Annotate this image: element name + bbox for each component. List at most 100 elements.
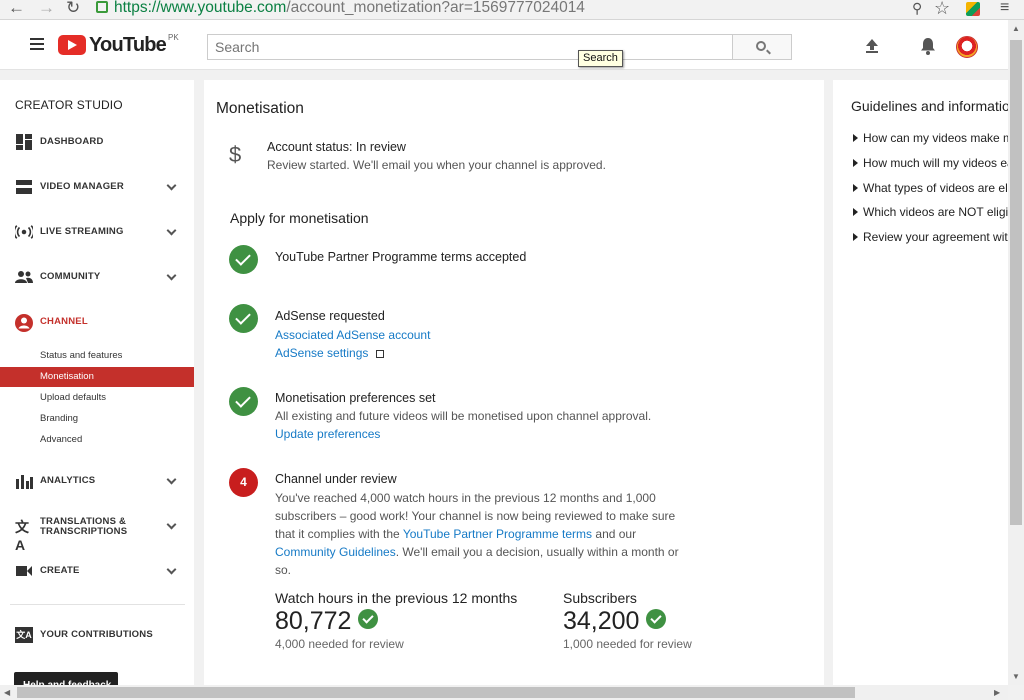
chevron-down-icon[interactable] — [166, 474, 177, 485]
scroll-down-icon[interactable]: ▼ — [1012, 672, 1020, 681]
translations-label-line2: TRANSCRIPTIONS — [40, 526, 128, 537]
dollar-icon: $ — [229, 142, 242, 167]
subscribers-stat: Subscribers 34,200 1,000 needed for revi… — [563, 590, 692, 651]
subitem-status-and-features[interactable]: Status and features — [0, 346, 194, 366]
subitem-monetisation[interactable]: Monetisation — [0, 367, 194, 387]
update-preferences-link[interactable]: Update preferences — [275, 427, 380, 441]
scroll-left-icon[interactable]: ◀ — [4, 688, 10, 697]
vertical-scrollbar[interactable]: ▲ ▼ — [1008, 20, 1024, 685]
stat-needed: 4,000 needed for review — [275, 637, 404, 651]
scroll-up-icon[interactable]: ▲ — [1012, 24, 1020, 33]
guidelines-title: Guidelines and information — [851, 98, 1008, 114]
sidebar-item-label: CREATE — [40, 565, 80, 576]
adsense-settings-link[interactable]: AdSense settings — [275, 346, 368, 360]
partner-terms-link[interactable]: YouTube Partner Programme terms — [403, 527, 592, 541]
step-desc: All existing and future videos will be m… — [275, 408, 652, 423]
step-title: Channel under review — [275, 472, 397, 486]
sidebar-item-label: TRANSLATIONS & TRANSCRIPTIONS — [40, 517, 127, 537]
search-button[interactable] — [732, 34, 792, 60]
reload-icon[interactable]: ↻ — [66, 0, 80, 18]
check-circle-icon — [229, 245, 258, 274]
upload-icon[interactable] — [864, 38, 880, 54]
page-title: Monetisation — [216, 100, 304, 117]
analytics-icon — [16, 475, 33, 489]
guidelines-panel: Guidelines and information How can my vi… — [833, 80, 1008, 700]
sidebar-divider — [10, 604, 185, 605]
sidebar-item-live-streaming[interactable]: LIVE STREAMING — [0, 217, 194, 247]
creator-studio-heading: CREATOR STUDIO — [15, 98, 123, 112]
sidebar-item-label: VIDEO MANAGER — [40, 181, 124, 192]
sidebar: CREATOR STUDIO DASHBOARD VIDEO MANAGER L… — [0, 80, 194, 700]
vertical-scroll-thumb[interactable] — [1010, 40, 1022, 525]
subitem-upload-defaults[interactable]: Upload defaults — [0, 388, 194, 408]
step-channel-review: Channel under review You've reached 4,00… — [275, 471, 705, 579]
guideline-item[interactable]: Review your agreement with YouTube — [853, 230, 1008, 244]
chevron-down-icon[interactable] — [166, 225, 177, 236]
step-number-badge: 4 — [229, 468, 258, 497]
guideline-item[interactable]: How much will my videos earn? — [853, 156, 1008, 170]
subitem-advanced[interactable]: Advanced — [0, 430, 194, 450]
country-code: PK — [167, 33, 179, 42]
horizontal-scroll-thumb[interactable] — [17, 687, 855, 698]
translate-icon: 文A — [15, 519, 29, 553]
chevron-down-icon[interactable] — [166, 270, 177, 281]
menu-icon[interactable]: ≡ — [1000, 0, 1009, 18]
review-desc-line2: subscribers – good work! Your channel is… — [275, 508, 676, 523]
horizontal-scrollbar[interactable]: ◀ ▶ — [0, 685, 1008, 700]
step-preferences: Monetisation preferences set All existin… — [275, 390, 651, 444]
forward-icon[interactable]: → — [38, 0, 55, 18]
stat-needed: 1,000 needed for review — [563, 637, 692, 651]
guideline-item[interactable]: How can my videos make money? — [853, 131, 1008, 145]
extension-icon[interactable] — [966, 2, 980, 16]
community-guidelines-link[interactable]: Community Guidelines — [275, 545, 396, 559]
hamburger-icon[interactable] — [30, 38, 44, 50]
notifications-bell-icon[interactable] — [920, 37, 936, 55]
sidebar-item-label: ANALYTICS — [40, 475, 96, 486]
apply-section-title: Apply for monetisation — [230, 210, 369, 226]
account-status-title: Account status: In review — [267, 140, 406, 154]
bookmark-star-icon[interactable]: ☆ — [934, 0, 950, 18]
review-desc-line5: . We'll email you a decision, usually wi… — [395, 544, 679, 559]
associated-adsense-link[interactable]: Associated AdSense account — [275, 328, 430, 342]
chevron-down-icon[interactable] — [166, 564, 177, 575]
sidebar-item-label: COMMUNITY — [40, 271, 101, 282]
stat-label: Subscribers — [563, 590, 637, 606]
guideline-item[interactable]: Which videos are NOT eligible? — [853, 205, 1008, 219]
back-icon[interactable]: ← — [8, 0, 25, 18]
search-tooltip: Search — [578, 50, 623, 67]
zoom-icon[interactable]: ⚲ — [912, 0, 922, 18]
search-input[interactable] — [207, 34, 733, 60]
lock-icon — [96, 1, 108, 13]
sidebar-item-label: YOUR CONTRIBUTIONS — [40, 629, 153, 640]
sidebar-item-dashboard[interactable]: DASHBOARD — [0, 127, 194, 157]
guideline-item[interactable]: What types of videos are eligible? — [853, 181, 1008, 195]
dashboard-icon — [16, 134, 32, 150]
sidebar-item-community[interactable]: COMMUNITY — [0, 262, 194, 292]
step-title: Monetisation preferences set — [275, 391, 436, 405]
youtube-logo[interactable]: YouTube PK — [58, 33, 179, 57]
sidebar-item-analytics[interactable]: ANALYTICS — [0, 466, 194, 496]
address-bar[interactable]: https://www.youtube.com/account_monetiza… — [96, 0, 585, 18]
sidebar-item-translations[interactable]: 文A TRANSLATIONS & TRANSCRIPTIONS — [0, 511, 194, 553]
live-streaming-icon — [15, 225, 33, 239]
sidebar-item-channel[interactable]: CHANNEL — [0, 307, 194, 337]
chevron-down-icon[interactable] — [166, 180, 177, 191]
scroll-right-icon[interactable]: ▶ — [994, 688, 1000, 697]
account-avatar[interactable] — [956, 36, 978, 58]
sidebar-item-create[interactable]: CREATE — [0, 556, 194, 586]
chevron-down-icon[interactable] — [166, 519, 177, 530]
monetisation-panel: Monetisation $ Account status: In review… — [204, 80, 824, 700]
watch-hours-stat: Watch hours in the previous 12 months 80… — [275, 590, 517, 651]
subitem-branding[interactable]: Branding — [0, 409, 194, 429]
community-icon — [15, 271, 33, 283]
url-secure: https://www.youtube.com — [114, 0, 287, 16]
sidebar-item-video-manager[interactable]: VIDEO MANAGER — [0, 172, 194, 202]
contributions-icon: 文A — [15, 627, 33, 643]
stat-value-row: 80,772 — [275, 607, 517, 636]
play-logo-icon — [58, 35, 86, 55]
review-desc-line3: that it complies with the — [275, 526, 400, 541]
video-manager-icon — [16, 180, 32, 194]
step-desc: You've reached 4,000 watch hours in the … — [275, 489, 705, 579]
review-desc-and-our: and our — [595, 526, 637, 541]
sidebar-item-your-contributions[interactable]: 文A YOUR CONTRIBUTIONS — [0, 620, 194, 650]
